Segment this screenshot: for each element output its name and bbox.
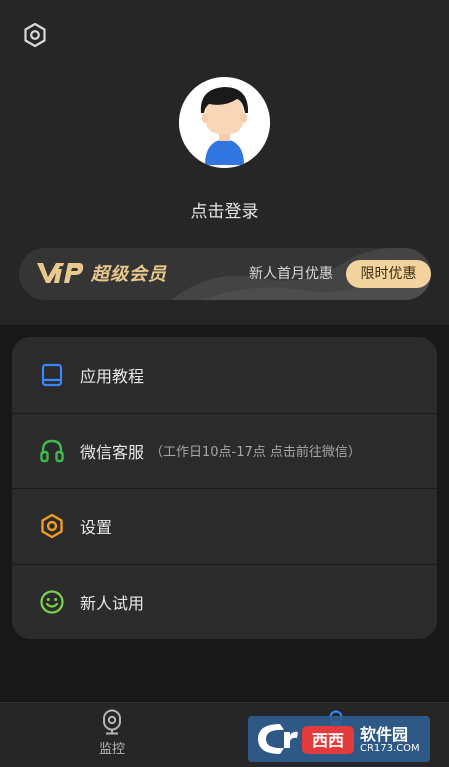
nav-tab-label: 监控 [98, 742, 125, 757]
menu-item-new-user-trial[interactable]: 新人试用 [12, 563, 437, 640]
profile-header: 点击登录 超级会员 新人首月优惠 限时优惠 [0, 0, 449, 325]
gear-icon [39, 513, 65, 539]
gear-icon [24, 22, 46, 48]
headset-icon [39, 438, 65, 464]
menu-item-wechat-support[interactable]: 微信客服 （工作日10点-17点 点击前往微信） [12, 412, 437, 489]
limited-offer-badge[interactable]: 限时优惠 [346, 260, 431, 288]
menu-item-label: 应用教程 [80, 366, 145, 386]
user-avatar-icon [179, 77, 270, 168]
menu-item-note: （工作日10点-17点 点击前往微信） [150, 445, 361, 461]
smiley-icon [39, 589, 65, 615]
settings-button[interactable] [20, 20, 50, 50]
vip-title: 超级会员 [91, 264, 167, 285]
camera-icon [103, 709, 121, 735]
menu-item-tutorial[interactable]: 应用教程 [12, 337, 437, 413]
site-watermark: 西西 软件园 CR173.COM [248, 716, 430, 762]
watermark-site: CR173.COM [360, 743, 420, 754]
menu-item-label: 微信客服 [80, 442, 145, 462]
menu-item-label: 新人试用 [80, 593, 145, 613]
avatar[interactable] [179, 77, 270, 168]
menu-card: 应用教程 微信客服 （工作日10点-17点 点击前往微信） 设置 新人试用 [12, 337, 437, 639]
vip-promo-text: 新人首月优惠 [249, 266, 333, 282]
vip-logo: 超级会员 [35, 259, 167, 287]
vip-banner[interactable]: 超级会员 新人首月优惠 限时优惠 [19, 248, 431, 300]
vip-logo-icon [37, 263, 84, 283]
book-icon [39, 362, 65, 388]
nav-tab-monitor[interactable]: 监控 [72, 709, 152, 757]
menu-item-settings[interactable]: 设置 [12, 488, 437, 564]
login-link[interactable]: 点击登录 [0, 197, 449, 222]
svg-text:西西: 西西 [312, 731, 344, 750]
watermark-text: 软件园 [360, 725, 409, 744]
menu-item-label: 设置 [80, 518, 113, 538]
